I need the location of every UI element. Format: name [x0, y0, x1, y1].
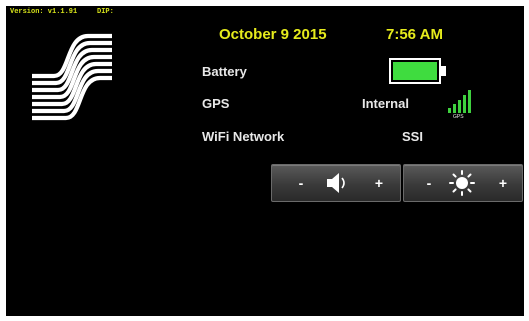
battery-icon — [389, 58, 446, 84]
volume-down-button[interactable]: - — [288, 165, 314, 201]
gps-icon-caption: GPS — [453, 114, 464, 120]
brightness-control: - + — [403, 164, 523, 202]
brightness-down-button[interactable]: - — [416, 165, 442, 201]
brand-logo — [32, 33, 112, 121]
battery-label: Battery — [202, 64, 247, 79]
time-display: 7:56 AM — [386, 26, 443, 43]
speaker-icon — [327, 173, 345, 193]
volume-control: - + — [271, 164, 401, 202]
device-screen: Version: v1.1.91 DIP: October 9 2015 7:5… — [6, 6, 524, 316]
wifi-value: SSI — [402, 129, 423, 144]
version-label: Version: v1.1.91 — [10, 8, 78, 16]
volume-up-button[interactable]: + — [366, 165, 392, 201]
dip-label: DIP: — [97, 8, 114, 16]
brightness-up-button[interactable]: + — [490, 165, 516, 201]
sun-icon — [449, 170, 475, 196]
wifi-label: WiFi Network — [202, 129, 285, 144]
gps-label: GPS — [202, 96, 230, 111]
gps-value: Internal — [362, 96, 409, 111]
date-display: October 9 2015 — [219, 26, 327, 43]
